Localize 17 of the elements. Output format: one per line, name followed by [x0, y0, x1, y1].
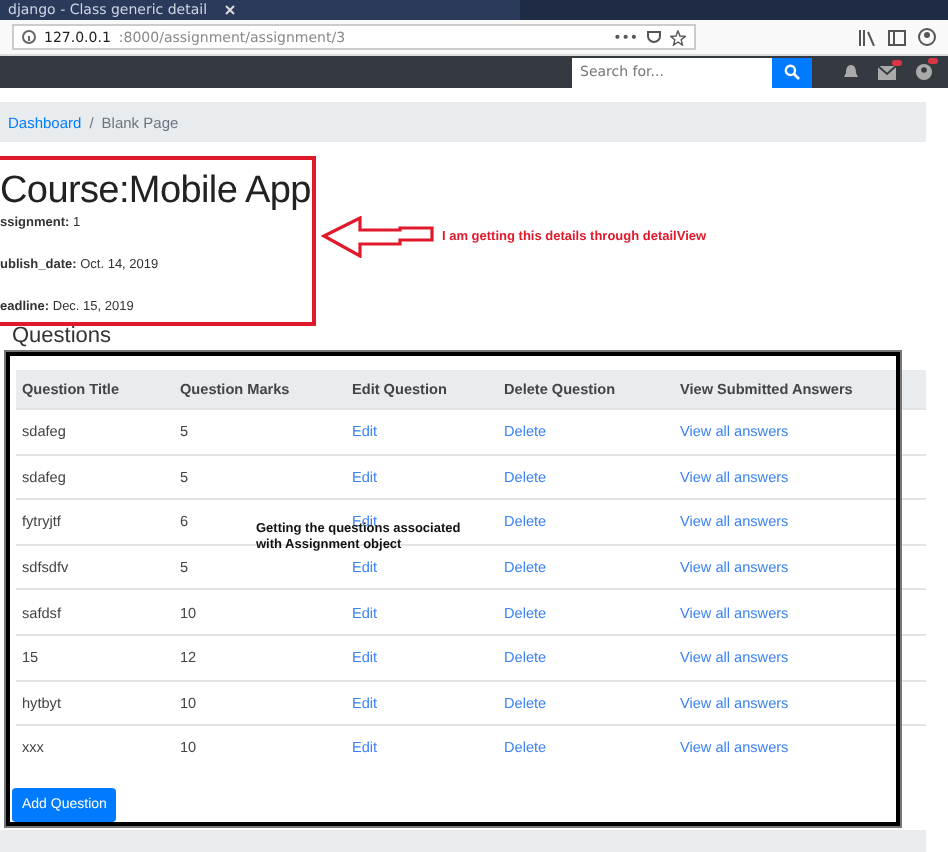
- search-icon: [784, 64, 800, 80]
- sidebar-icon[interactable]: [888, 29, 906, 45]
- search-button[interactable]: [772, 57, 812, 87]
- notification-badge: [892, 59, 902, 65]
- account-icon[interactable]: [918, 28, 936, 46]
- close-icon[interactable]: [223, 4, 236, 16]
- bell-icon[interactable]: [844, 64, 858, 80]
- user-icon[interactable]: [916, 64, 932, 80]
- library-icon[interactable]: [858, 29, 876, 45]
- course-title: Course:Mobile App: [0, 170, 311, 214]
- star-icon[interactable]: [670, 29, 686, 45]
- info-icon: [22, 30, 36, 44]
- notification-badge: [928, 58, 938, 64]
- pocket-icon[interactable]: [646, 30, 662, 44]
- envelope-icon[interactable]: [878, 65, 896, 79]
- section-heading: Questions: [12, 324, 114, 348]
- arrow-icon: [320, 216, 436, 258]
